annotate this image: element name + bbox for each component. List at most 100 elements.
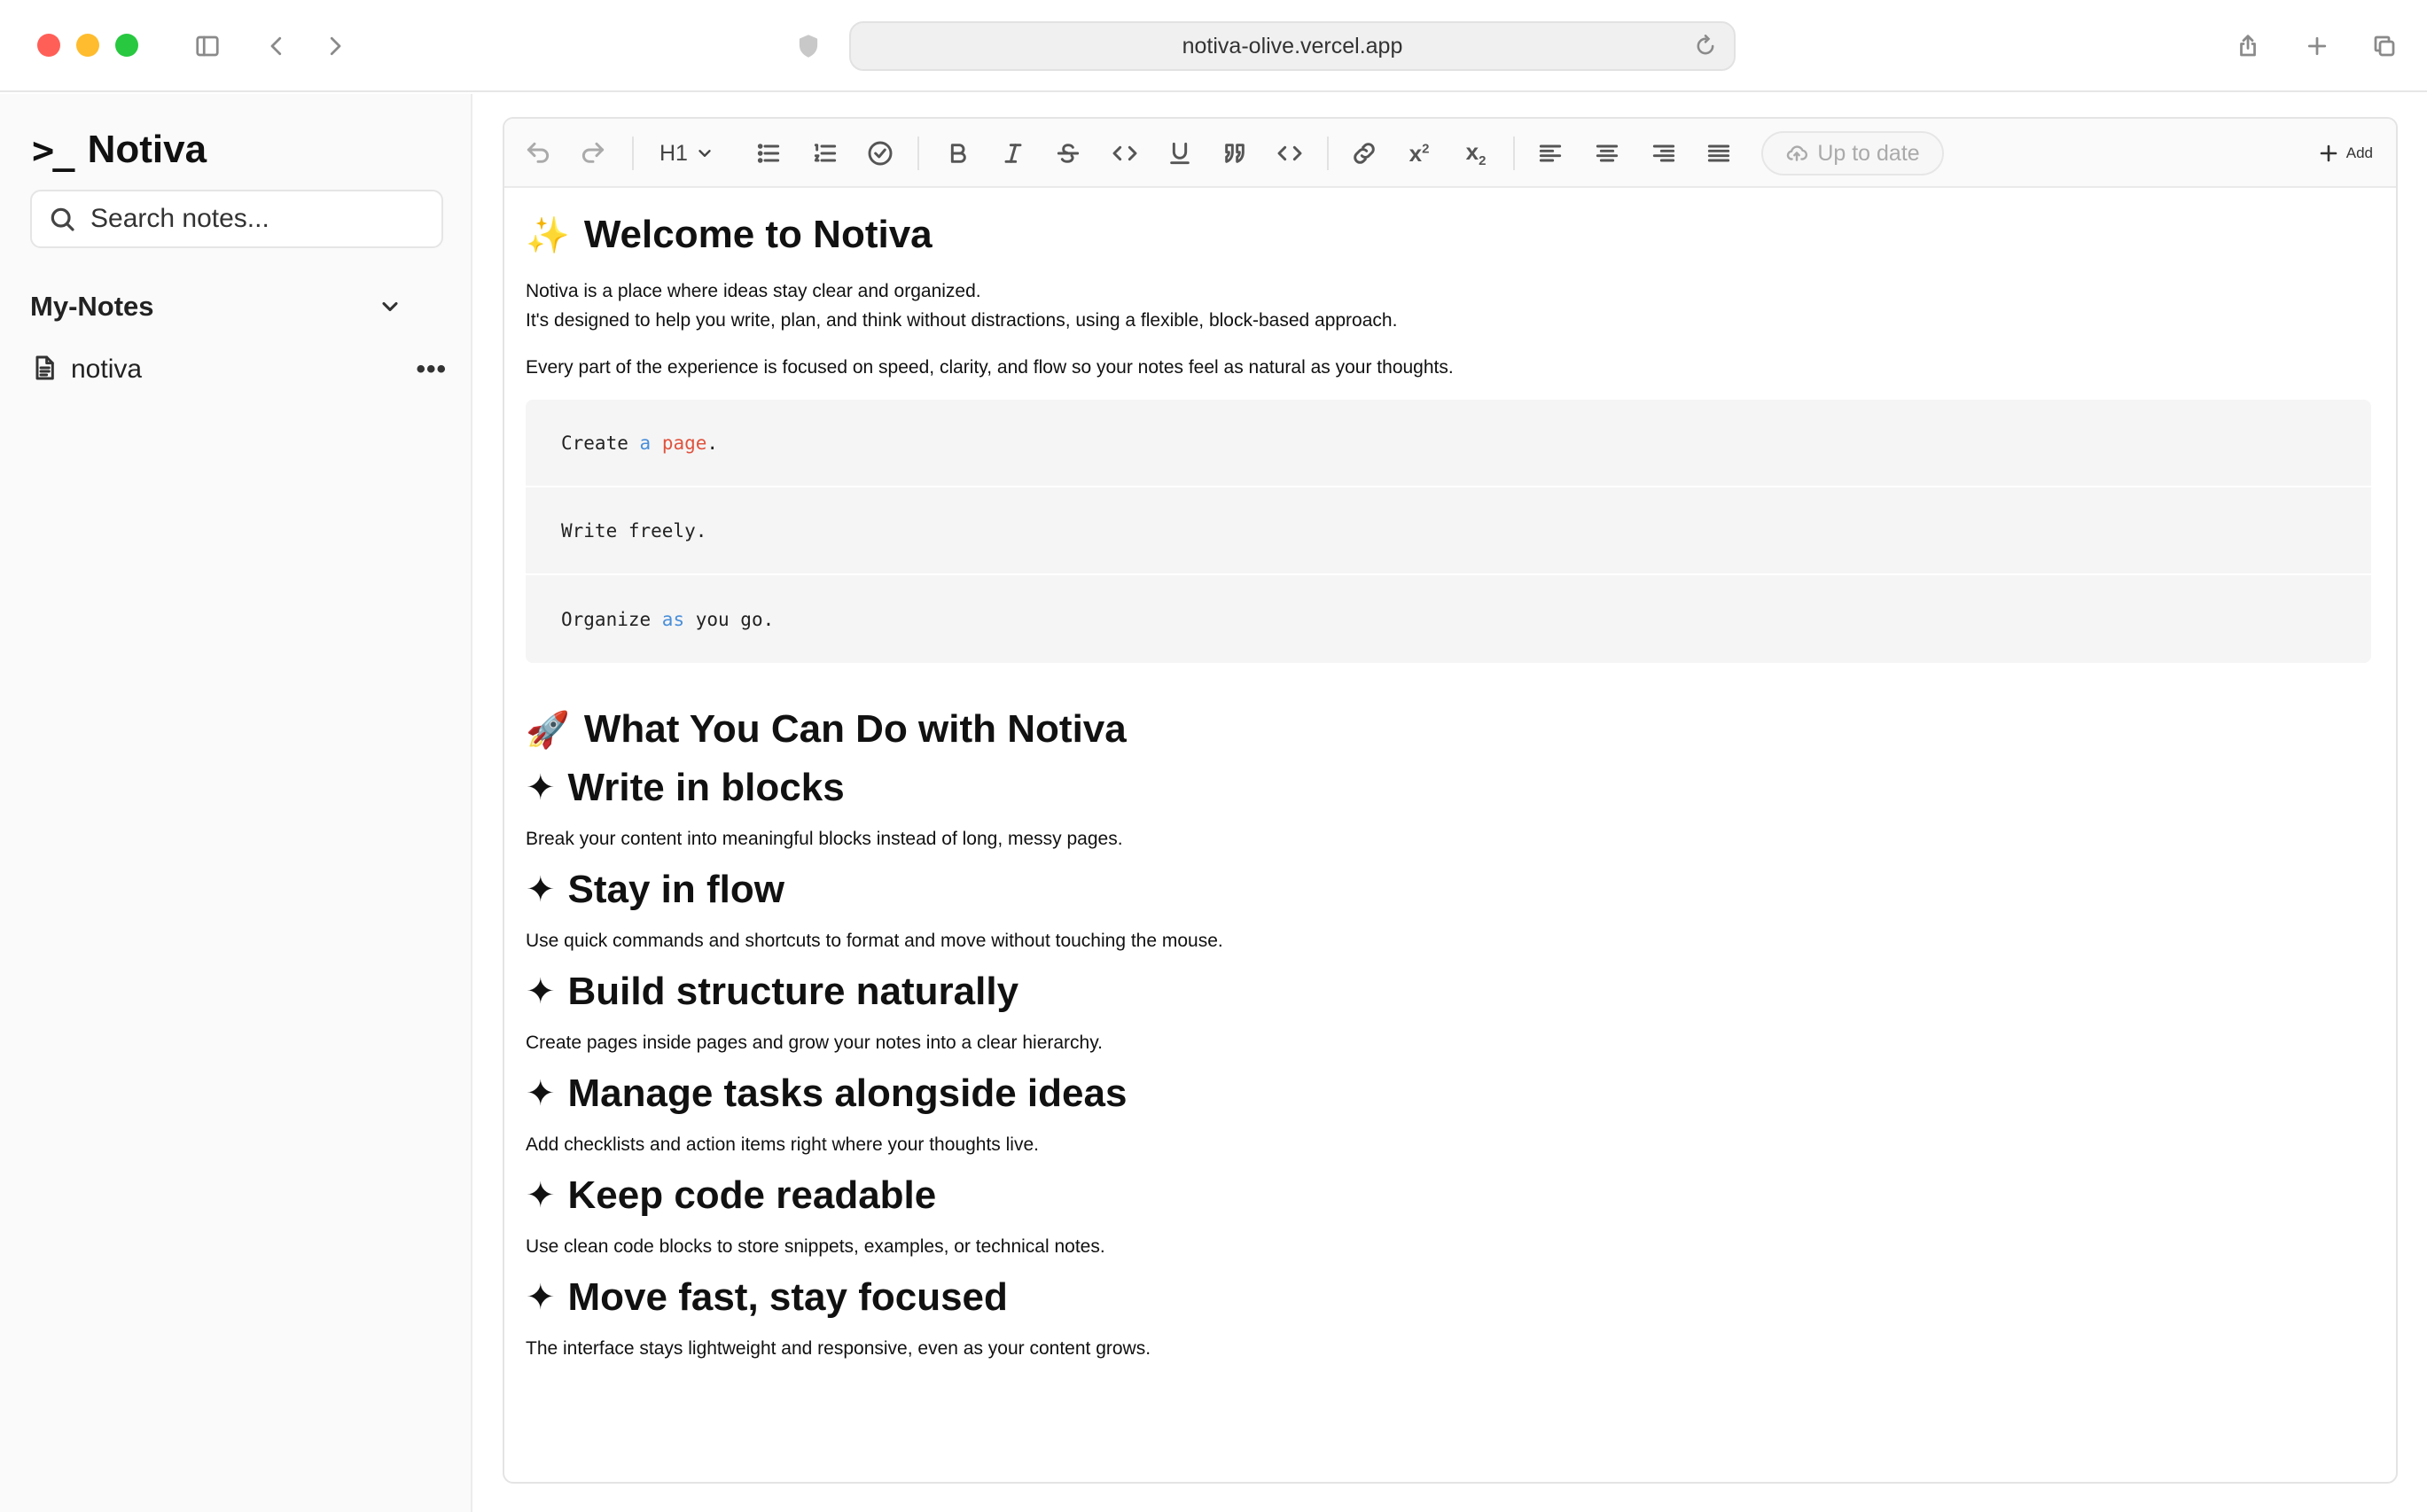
new-tab-icon[interactable]	[2298, 27, 2337, 66]
feature-description[interactable]: Use clean code blocks to store snippets,…	[526, 1232, 2378, 1261]
heading-level-dropdown[interactable]: H1	[659, 136, 714, 171]
toolbar-divider	[917, 136, 919, 170]
inline-code-icon[interactable]	[1107, 136, 1143, 171]
section-heading-text: What You Can Do with Notiva	[583, 707, 1127, 751]
toolbar-divider	[1513, 136, 1515, 170]
toolbar-divider	[632, 136, 634, 170]
feature-item: ✦ Manage tasks alongside ideas Add check…	[526, 1072, 2378, 1159]
superscript-icon[interactable]: x2	[1401, 136, 1437, 171]
intro-paragraph[interactable]: Every part of the experience is focused …	[526, 353, 2378, 382]
feature-heading[interactable]: ✦ Write in blocks	[526, 766, 2378, 810]
align-left-icon[interactable]	[1533, 136, 1568, 171]
browser-titlebar: notiva-olive.vercel.app	[0, 0, 2427, 92]
code-block[interactable]: Create a page . Write freely. Organize a…	[526, 400, 2371, 663]
link-icon[interactable]	[1346, 136, 1382, 171]
reload-icon[interactable]	[1693, 34, 1718, 58]
code-token: Organize	[561, 608, 662, 630]
code-line: Write freely.	[526, 487, 2371, 575]
chevron-down-icon	[698, 150, 711, 157]
document-title[interactable]: ✨ Welcome to Notiva	[526, 213, 2378, 257]
feature-heading[interactable]: ✦ Keep code readable	[526, 1173, 2378, 1218]
feature-heading[interactable]: ✦ Move fast, stay focused	[526, 1275, 2378, 1320]
feature-item: ✦ Move fast, stay focused The interface …	[526, 1275, 2378, 1363]
document-title-text: Welcome to Notiva	[583, 213, 933, 256]
address-bar[interactable]: notiva-olive.vercel.app	[849, 21, 1736, 71]
bold-icon[interactable]	[940, 136, 976, 171]
my-notes-section-header[interactable]: My-Notes	[30, 291, 402, 323]
sparkle-icon: ✦	[526, 869, 556, 910]
search-input[interactable]	[90, 204, 427, 234]
italic-icon[interactable]	[995, 136, 1031, 171]
align-right-icon[interactable]	[1646, 136, 1682, 171]
feature-description[interactable]: Create pages inside pages and grow your …	[526, 1028, 2378, 1057]
sidebar-note-item[interactable]: notiva •••	[30, 347, 447, 392]
code-line: Create a page .	[526, 400, 2371, 487]
intro-paragraph[interactable]: Notiva is a place where ideas stay clear…	[526, 277, 2378, 335]
url-text: notiva-olive.vercel.app	[1182, 33, 1403, 58]
feature-heading[interactable]: ✦ Build structure naturally	[526, 970, 2378, 1014]
search-box[interactable]	[30, 190, 443, 248]
feature-description[interactable]: Use quick commands and shortcuts to form…	[526, 926, 2378, 955]
feature-item: ✦ Stay in flow Use quick commands and sh…	[526, 868, 2378, 955]
feature-item: ✦ Keep code readable Use clean code bloc…	[526, 1173, 2378, 1261]
feature-title: Stay in flow	[567, 868, 784, 911]
heading-level-value: H1	[659, 140, 688, 166]
share-icon[interactable]	[2228, 27, 2267, 66]
feature-description[interactable]: Break your content into meaningful block…	[526, 824, 2378, 853]
editor-panel: H1 x2 x2 Up to date Add ✨ Welcome to Not…	[503, 117, 2398, 1484]
feature-heading[interactable]: ✦ Stay in flow	[526, 868, 2378, 912]
sparkle-icon: ✦	[526, 768, 556, 808]
align-center-icon[interactable]	[1589, 136, 1625, 171]
privacy-shield-icon[interactable]	[789, 27, 828, 66]
feature-list: ✦ Write in blocks Break your content int…	[526, 766, 2378, 1363]
feature-item: ✦ Write in blocks Break your content int…	[526, 766, 2378, 853]
feature-title: Move fast, stay focused	[567, 1275, 1008, 1319]
feature-title: Build structure naturally	[567, 970, 1019, 1013]
editor-toolbar: H1 x2 x2 Up to date Add	[504, 119, 2396, 188]
code-block-icon[interactable]	[1272, 136, 1307, 171]
feature-title: Manage tasks alongside ideas	[567, 1072, 1128, 1115]
feature-description[interactable]: Add checklists and action items right wh…	[526, 1130, 2378, 1159]
cloud-upload-icon	[1787, 145, 1808, 161]
redo-icon[interactable]	[575, 136, 611, 171]
minimize-window-button[interactable]	[76, 34, 99, 57]
sidebar: >_ Notiva My-Notes notiva •••	[0, 94, 472, 1512]
code-token: Create	[561, 432, 640, 454]
code-line: Organize as you go.	[526, 575, 2371, 663]
feature-heading[interactable]: ✦ Manage tasks alongside ideas	[526, 1072, 2378, 1116]
code-token: Write freely.	[561, 519, 707, 542]
task-list-icon[interactable]	[862, 136, 898, 171]
tab-overview-icon[interactable]	[2365, 27, 2404, 66]
feature-description[interactable]: The interface stays lightweight and resp…	[526, 1334, 2378, 1363]
blockquote-icon[interactable]	[1217, 136, 1253, 171]
section-heading[interactable]: 🚀 What You Can Do with Notiva	[526, 707, 2378, 752]
note-label: notiva	[71, 355, 143, 384]
editor-content[interactable]: ✨ Welcome to Notiva Notiva is a place wh…	[526, 188, 2378, 1367]
align-justify-icon[interactable]	[1701, 136, 1736, 171]
subscript-icon[interactable]: x2	[1458, 136, 1494, 171]
sidebar-toggle-icon[interactable]	[188, 27, 227, 66]
undo-icon[interactable]	[520, 136, 556, 171]
more-options-icon[interactable]: •••	[416, 355, 447, 385]
back-icon[interactable]	[257, 27, 296, 66]
plus-icon	[2320, 144, 2337, 162]
close-window-button[interactable]	[37, 34, 60, 57]
sparkle-icon: ✦	[526, 1073, 556, 1114]
brand[interactable]: >_ Notiva	[32, 128, 207, 172]
underline-icon[interactable]	[1162, 136, 1198, 171]
document-icon	[30, 354, 59, 386]
sparkle-icon: ✦	[526, 971, 556, 1012]
sparkle-icon: ✦	[526, 1175, 556, 1216]
intro-line: Notiva is a place where ideas stay clear…	[526, 281, 981, 301]
maximize-window-button[interactable]	[115, 34, 138, 57]
add-button[interactable]: Add	[2318, 136, 2373, 171]
code-token: page	[661, 432, 707, 454]
strikethrough-icon[interactable]	[1050, 136, 1086, 171]
forward-icon[interactable]	[316, 27, 355, 66]
numbered-list-icon[interactable]	[808, 136, 843, 171]
bullet-list-icon[interactable]	[751, 136, 786, 171]
intro-line: It's designed to help you write, plan, a…	[526, 310, 1398, 331]
chevron-down-icon[interactable]	[378, 294, 402, 319]
add-button-label: Add	[2345, 144, 2373, 161]
